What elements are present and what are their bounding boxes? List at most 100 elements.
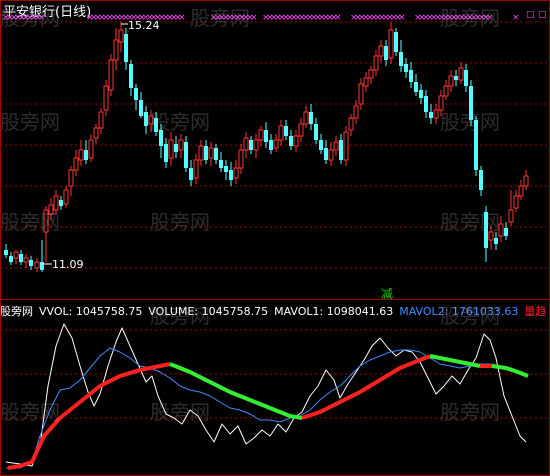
candle-body [264, 130, 268, 142]
candle-body [498, 223, 504, 237]
candle-body [73, 157, 79, 171]
candle-body [289, 136, 293, 146]
candle-body [443, 85, 449, 97]
candle-body [253, 139, 259, 151]
candle-body [348, 117, 354, 131]
candle-body [4, 250, 8, 255]
trend-rising [7, 362, 171, 470]
candle-body [40, 262, 44, 270]
trend-falling [429, 354, 481, 368]
candle-body [224, 166, 228, 172]
candle-body [93, 127, 99, 139]
candle-body [404, 64, 408, 72]
candle-body [68, 169, 74, 187]
candle-body [113, 39, 119, 61]
candle-body [159, 130, 163, 146]
candle-body [343, 131, 349, 161]
volume-chart[interactable] [0, 306, 550, 476]
candle-body [488, 231, 494, 241]
candle-body [469, 86, 473, 120]
candle-body [319, 140, 323, 150]
candle-body [43, 209, 49, 233]
candle-body [309, 112, 313, 124]
candle-body [108, 59, 114, 91]
trend-rising [301, 354, 431, 420]
candle-body [388, 29, 394, 59]
candle-body [164, 144, 168, 162]
candle-body [98, 111, 104, 129]
candle-body [494, 238, 498, 244]
candle-body [233, 167, 239, 179]
candle-body [48, 204, 54, 215]
candle-body [399, 52, 403, 66]
candle-body [59, 200, 63, 206]
candle-body [508, 209, 514, 223]
candle-body [458, 67, 464, 81]
candle-body [204, 146, 208, 160]
candle-body [219, 160, 223, 168]
candle-body [13, 251, 19, 259]
candle-body [454, 76, 458, 80]
candle-body [103, 85, 109, 111]
candle-body [368, 69, 374, 79]
candle-body [189, 168, 193, 180]
candle-body [118, 29, 124, 43]
candle-body [238, 149, 244, 169]
candle-body [419, 90, 423, 98]
candle-body [504, 228, 508, 236]
candle-body [414, 82, 418, 92]
candle-body [474, 120, 478, 170]
candle-body [363, 77, 369, 87]
candle-body [278, 125, 284, 141]
candle-body [378, 45, 384, 57]
candle-body [484, 212, 488, 248]
candle-body [34, 261, 40, 269]
candle-body [284, 126, 288, 136]
candle-body [168, 139, 174, 159]
candle-body [448, 75, 454, 87]
candle-body [258, 129, 264, 141]
candle-body [124, 34, 128, 62]
candle-body [154, 118, 158, 132]
candle-body [333, 141, 339, 151]
candle-body [229, 170, 233, 180]
candle-body [394, 32, 398, 52]
candle-body [429, 112, 433, 118]
candle-body [438, 95, 444, 111]
candle-body [273, 139, 279, 149]
candle-body [139, 100, 143, 116]
price-chart[interactable] [0, 0, 550, 290]
candle-body [328, 149, 334, 161]
candle-body [84, 150, 88, 160]
candle-body [208, 147, 214, 159]
candle-body [144, 112, 148, 126]
candle-body [523, 175, 529, 187]
candle-body [78, 149, 84, 161]
candle-body [174, 144, 178, 152]
candle-body [479, 170, 483, 190]
candle-body [433, 109, 439, 119]
candle-body [339, 140, 343, 160]
candle-body [324, 148, 328, 160]
candle-body [464, 70, 468, 86]
candle-body [373, 55, 379, 71]
candle-body [214, 148, 218, 160]
candle-body [129, 64, 133, 88]
candle-body [293, 135, 299, 147]
candle-body [184, 142, 188, 168]
candle-body [303, 111, 309, 125]
candle-body [178, 139, 184, 151]
candle-body [243, 137, 249, 151]
candle-body [353, 105, 359, 119]
candle-body [29, 260, 33, 266]
candle-body [198, 145, 204, 161]
low-price-label: 11.09 [52, 258, 84, 271]
candle-body [23, 257, 29, 263]
candle-body [269, 140, 273, 150]
candle-body [148, 115, 154, 125]
candle-body [314, 124, 318, 140]
candle-body [88, 139, 94, 159]
candle-body [384, 46, 388, 60]
candle-body [193, 159, 199, 179]
candle-body [409, 70, 413, 82]
